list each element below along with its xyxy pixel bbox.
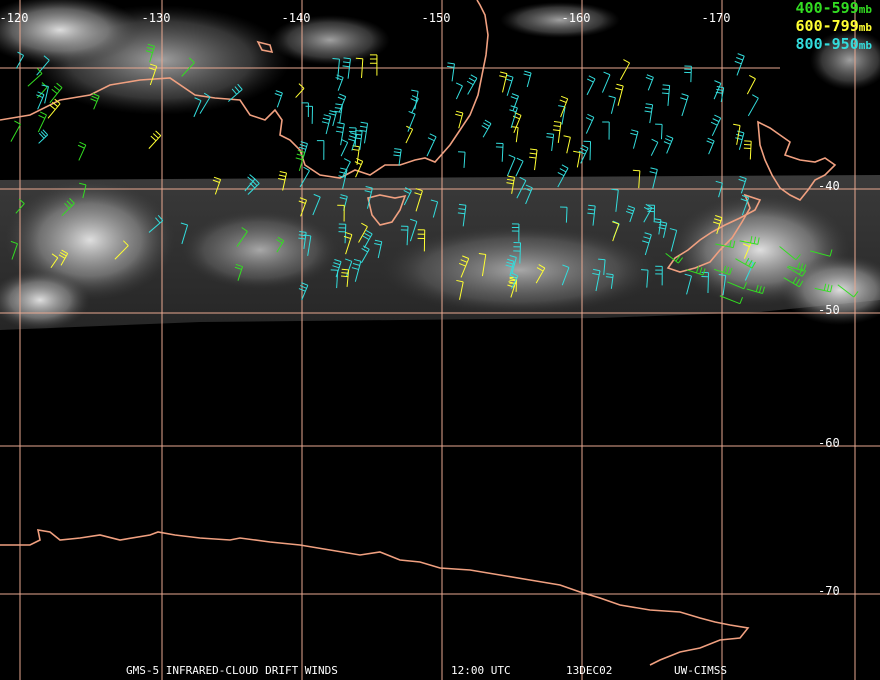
wind-barb: [585, 113, 595, 134]
lon-label-160: -160: [561, 11, 591, 25]
wind-barb: [515, 157, 524, 177]
antarctica-coastline: [0, 529, 750, 666]
wind-barb: [746, 75, 756, 95]
wind-barb: [546, 132, 555, 152]
wind-barb: [335, 122, 345, 146]
wind-barb: [455, 82, 463, 100]
wind-barb: [455, 110, 464, 129]
wind-barb: [38, 129, 49, 144]
wind-barb: [316, 140, 325, 160]
wind-barb: [295, 83, 305, 98]
wind-barb: [586, 75, 596, 96]
wind-barb: [148, 130, 162, 149]
wind-barb: [466, 74, 478, 95]
lat-label-60: -60: [818, 436, 840, 450]
wind-barb: [650, 138, 659, 156]
image-caption: GMS-5 INFRARED-CLOUD DRIFT WINDS 12:00 U…: [0, 664, 880, 678]
wind-barb: [619, 59, 631, 81]
wind-barb: [735, 130, 745, 150]
legend-range: 800-950: [795, 35, 859, 53]
caption-product: GMS-5 INFRARED-CLOUD DRIFT WINDS: [126, 664, 338, 677]
wind-barb: [335, 74, 344, 91]
lon-label-170: -170: [701, 11, 731, 25]
wind-barb: [354, 158, 364, 178]
wind-barb: [393, 148, 402, 166]
wind-barb: [77, 141, 87, 161]
wind-barb: [495, 142, 504, 162]
lon-label-130: -130: [141, 11, 171, 25]
wind-barb: [305, 105, 314, 124]
legend-range: 400-599: [795, 0, 859, 17]
lon-label-120: -120: [0, 11, 29, 25]
wind-barb: [734, 53, 745, 76]
wind-barb: [446, 62, 455, 82]
wind-barb: [644, 103, 654, 124]
caption-date: 13DEC02: [566, 664, 613, 677]
wind-barb: [512, 112, 522, 133]
legend-item-600-799: 600-799mb: [796, 18, 872, 36]
wind-barb: [680, 93, 689, 117]
wind-barb: [573, 150, 581, 168]
caption-time: 12:00 UTC: [451, 664, 511, 677]
wind-barb: [37, 111, 47, 133]
wind-barb: [747, 94, 759, 117]
wind-barb: [655, 123, 663, 140]
wind-barb: [608, 95, 616, 114]
legend-item-800-950: 800-950mb: [796, 36, 872, 54]
wind-barb: [743, 140, 752, 160]
legend-range: 600-799: [795, 17, 859, 35]
wind-barb: [630, 129, 639, 149]
wind-barb: [706, 137, 715, 155]
wind-barb: [511, 126, 519, 143]
wind-barb: [663, 135, 674, 154]
satellite-map: [0, 0, 880, 680]
caption-source: UW-CIMSS: [674, 664, 727, 677]
legend-item-400-599: 400-599mb: [796, 0, 872, 18]
lat-label-40: -40: [818, 179, 840, 193]
wind-barb: [615, 83, 624, 106]
pressure-legend: 400-599mb 600-799mb 800-950mb: [796, 0, 872, 54]
wind-barb: [499, 71, 508, 93]
wind-barb: [602, 121, 610, 140]
wind-barb: [710, 114, 722, 137]
lon-label-140: -140: [281, 11, 311, 25]
wind-barb: [506, 154, 516, 177]
wind-barb: [426, 133, 437, 157]
wind-barb: [552, 121, 562, 144]
wind-barb: [458, 151, 466, 168]
wind-barb: [274, 90, 283, 108]
lat-label-50: -50: [818, 303, 840, 317]
wind-barb: [10, 120, 21, 142]
lon-label-150: -150: [421, 11, 451, 25]
wind-barb: [340, 138, 349, 157]
wind-barb: [661, 84, 671, 106]
wind-barb: [523, 70, 532, 88]
wind-barb: [529, 148, 538, 171]
wind-barb: [601, 71, 611, 93]
wind-barb: [645, 74, 654, 91]
legend-unit: mb: [858, 21, 872, 34]
cloud-imagery: [0, 0, 880, 330]
lat-label-70: -70: [818, 584, 840, 598]
legend-unit: mb: [858, 39, 872, 52]
wind-barb: [481, 119, 492, 138]
legend-unit: mb: [858, 3, 872, 16]
wind-barb: [321, 114, 332, 135]
wind-barb: [563, 135, 571, 154]
